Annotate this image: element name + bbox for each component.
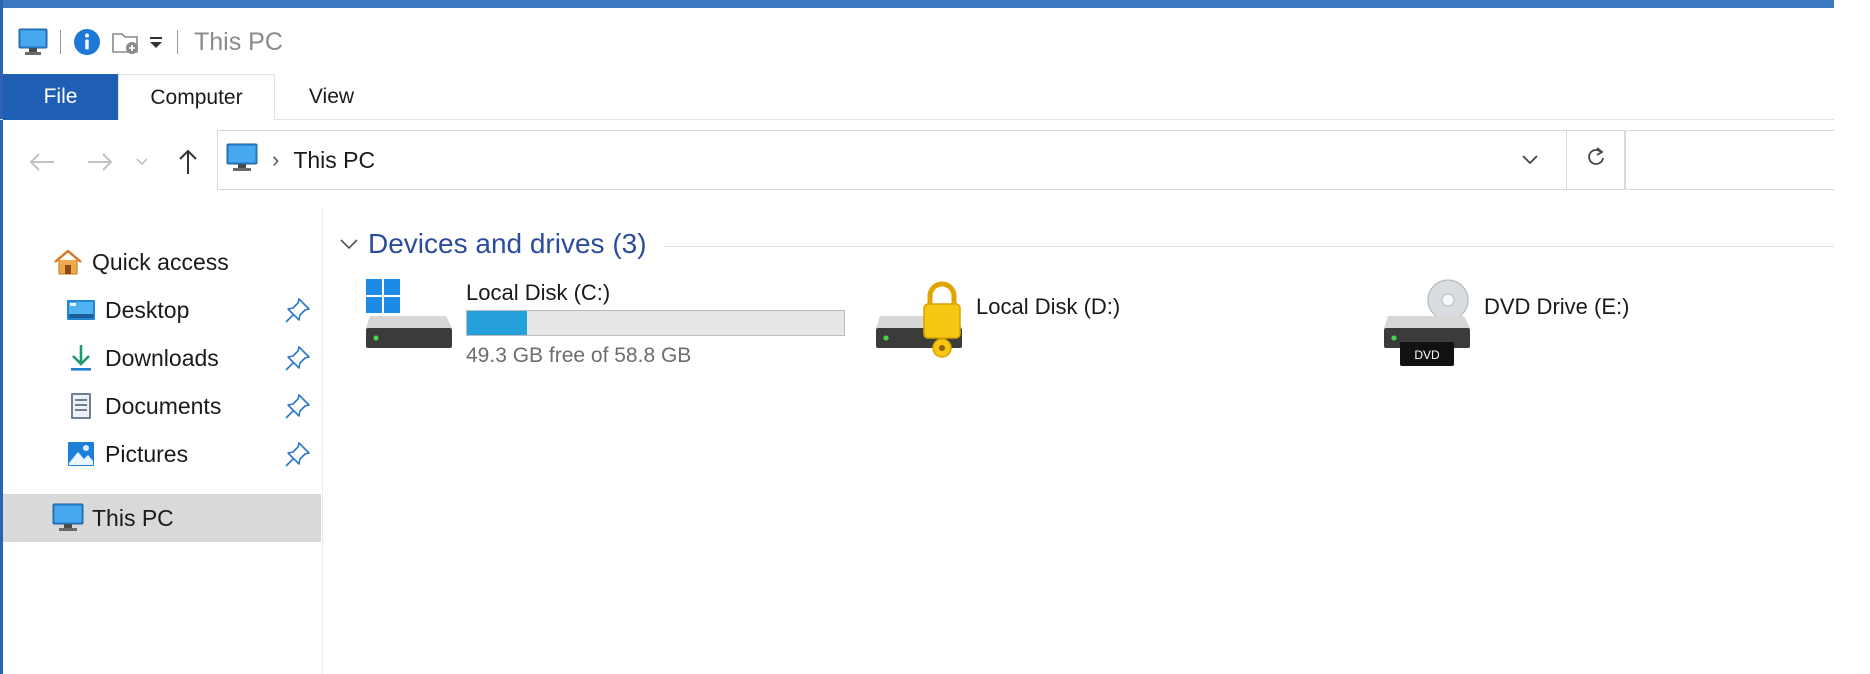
title-bar: This PC (0, 8, 1834, 76)
forward-arrow-icon[interactable] (80, 142, 120, 182)
dvd-drive-icon: DVD (1382, 276, 1474, 373)
properties-icon[interactable] (73, 28, 101, 56)
pin-icon[interactable] (284, 344, 312, 378)
pin-icon[interactable] (284, 296, 312, 330)
nav-label: Quick access (92, 248, 229, 275)
nav-label: This PC (92, 504, 174, 531)
this-pc-icon[interactable] (18, 28, 48, 56)
home-icon (50, 246, 86, 278)
group-divider (662, 245, 1834, 247)
group-header-devices[interactable]: Devices and drives (3) (340, 224, 1834, 264)
this-pc-icon (50, 502, 86, 534)
drive-tile-d[interactable]: Local Disk (D:) (874, 276, 1294, 376)
drive-tile-c[interactable]: Local Disk (C:) 49.3 GB free of 58.8 GB (364, 276, 864, 376)
nav-item-downloads[interactable]: Downloads (3, 334, 321, 382)
drive-name: Local Disk (D:) (976, 294, 1121, 319)
window-title: This PC (194, 27, 283, 56)
nav-label: Downloads (105, 344, 219, 371)
locked-drive-icon (874, 276, 966, 367)
windows-drive-icon (364, 276, 456, 361)
pictures-icon (63, 438, 99, 470)
ribbon-tabs: File Computer View (0, 74, 1834, 121)
nav-item-quick-access[interactable]: Quick access (3, 238, 321, 286)
toolbar-separator (177, 30, 178, 54)
breadcrumb-separator-icon[interactable]: › (272, 147, 279, 173)
chevron-down-icon[interactable] (340, 233, 368, 256)
nav-item-this-pc[interactable]: This PC (3, 494, 321, 542)
document-icon (63, 390, 99, 422)
address-row: › This PC (0, 130, 1834, 192)
nav-item-documents[interactable]: Documents (3, 382, 321, 430)
file-explorer-window: This PC File Computer View › This PC Qui… (0, 0, 1834, 674)
tab-view[interactable]: View (283, 74, 380, 120)
drive-name: Local Disk (C:) (466, 280, 611, 305)
nav-label: Desktop (105, 296, 190, 323)
window-outside-area (1834, 0, 1870, 674)
new-folder-icon[interactable] (111, 28, 141, 56)
nav-item-desktop[interactable]: Desktop (3, 286, 321, 334)
nav-item-pictures[interactable]: Pictures (3, 430, 321, 478)
desktop-icon (63, 294, 99, 326)
chevron-down-icon[interactable] (130, 142, 154, 182)
tab-computer[interactable]: Computer (118, 74, 275, 121)
nav-label: Documents (105, 392, 222, 419)
this-pc-icon (226, 143, 258, 178)
download-icon (63, 342, 99, 374)
drive-tile-e[interactable]: DVD DVD Drive (E:) (1382, 276, 1802, 376)
pin-icon[interactable] (284, 440, 312, 474)
breadcrumb-this-pc[interactable]: This PC (293, 147, 375, 174)
drive-usage-bar (466, 310, 845, 336)
customize-dropdown-icon[interactable] (149, 33, 163, 51)
up-arrow-icon[interactable] (168, 142, 208, 182)
tab-file[interactable]: File (3, 74, 118, 120)
search-input[interactable] (1626, 131, 1834, 189)
refresh-icon (1586, 146, 1606, 175)
search-box[interactable] (1625, 130, 1834, 190)
toolbar-separator (60, 30, 61, 54)
address-bar[interactable]: › This PC (217, 130, 1567, 190)
drive-usage-fill (467, 311, 528, 335)
nav-label: Pictures (105, 440, 189, 467)
navigation-pane: Quick access Desktop Downloads Documents… (3, 208, 323, 674)
back-arrow-icon[interactable] (22, 142, 62, 182)
drive-name: DVD Drive (E:) (1484, 294, 1630, 319)
refresh-button[interactable] (1567, 130, 1625, 190)
pin-icon[interactable] (284, 392, 312, 426)
window-top-edge (0, 0, 1834, 8)
drive-free-space: 49.3 GB free of 58.8 GB (466, 344, 692, 367)
dvd-badge-text: DVD (1414, 348, 1440, 362)
chevron-down-icon[interactable] (1494, 131, 1566, 189)
group-title: Devices and drives (3) (368, 228, 647, 259)
